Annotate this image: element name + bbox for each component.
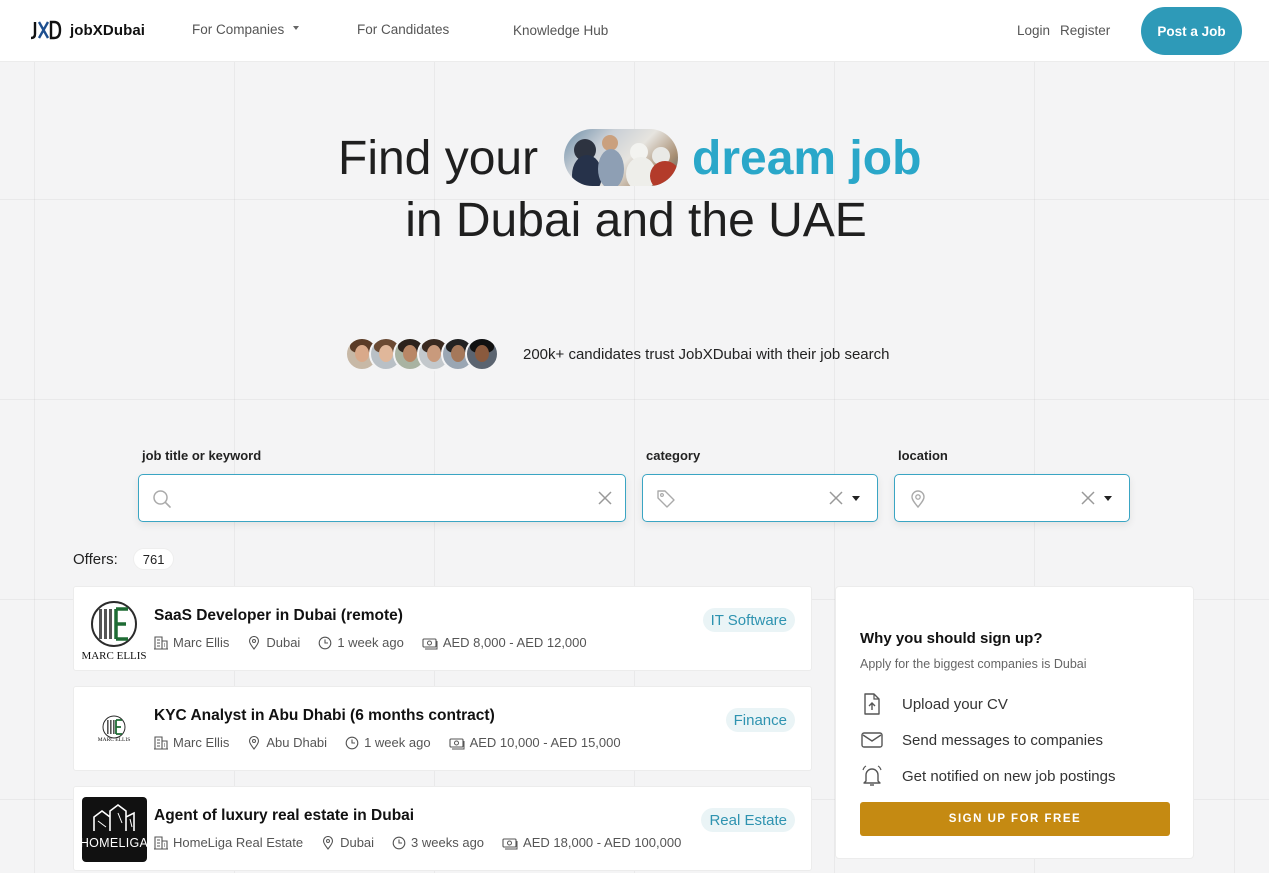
- company-logo: MARC ELLIS: [82, 597, 147, 662]
- nav-knowledge-hub[interactable]: Knowledge Hub: [513, 23, 608, 38]
- category-tag[interactable]: Real Estate: [701, 808, 795, 832]
- building-icon: [154, 835, 168, 850]
- nav-for-candidates[interactable]: For Candidates: [357, 22, 449, 37]
- clock-icon: [318, 636, 332, 649]
- register-link[interactable]: Register: [1060, 23, 1110, 38]
- category-dropdown-arrow-icon[interactable]: [852, 496, 860, 501]
- signup-card-title: Why you should sign up?: [860, 630, 1043, 647]
- jxd-logo-icon: [30, 20, 62, 40]
- caret-down-icon: [293, 26, 300, 31]
- benefit-text: Send messages to companies: [902, 731, 1103, 749]
- hero-photo: [564, 129, 678, 186]
- building-icon: [154, 635, 168, 650]
- bell-icon: [862, 765, 882, 786]
- search-icon: [153, 490, 171, 508]
- keyword-label: job title or keyword: [142, 448, 262, 463]
- tag-icon: [657, 490, 675, 508]
- signup-card-subtitle: Apply for the biggest companies is Dubai: [860, 657, 1087, 671]
- logo[interactable]: jobXDubai: [29, 20, 145, 40]
- category-tag[interactable]: Finance: [725, 708, 795, 732]
- keyword-input[interactable]: [179, 485, 579, 511]
- map-pin-icon: [249, 635, 260, 650]
- clear-keyword-icon[interactable]: [597, 490, 613, 506]
- location-input[interactable]: [935, 485, 1075, 511]
- job-posted: 3 weeks ago: [411, 835, 485, 850]
- job-title[interactable]: Agent of luxury real estate in Dubai: [154, 807, 414, 825]
- keyword-search-box: [138, 474, 626, 522]
- nav-for-companies-label: For Companies: [192, 22, 285, 37]
- clear-category-icon[interactable]: [828, 490, 844, 506]
- clock-icon: [345, 736, 359, 749]
- offers-count-badge: 761: [132, 548, 175, 570]
- company-name: Marc Ellis: [173, 735, 230, 750]
- benefit-text: Upload your CV: [902, 695, 1008, 713]
- clock-icon: [392, 836, 406, 849]
- category-input[interactable]: [683, 485, 823, 511]
- benefit-text: Get notified on new job postings: [902, 767, 1116, 785]
- money-icon: [449, 737, 465, 749]
- category-tag[interactable]: IT Software: [702, 608, 795, 632]
- nav-for-companies[interactable]: For Companies: [192, 22, 300, 37]
- offers-label: Offers:: [73, 550, 118, 568]
- post-job-button[interactable]: Post a Job: [1141, 7, 1242, 55]
- location-select: [894, 474, 1130, 522]
- money-icon: [422, 637, 438, 649]
- job-location: Dubai: [340, 835, 375, 850]
- hero-title-highlight: dream job: [692, 132, 922, 185]
- signup-benefits-card: Why you should sign up? Apply for the bi…: [835, 586, 1194, 859]
- hero-title-line2: in Dubai and the UAE: [405, 194, 867, 247]
- category-select: [642, 474, 878, 522]
- location-dropdown-arrow-icon[interactable]: [1104, 496, 1112, 501]
- company-logo: MARC ELLIS: [82, 697, 147, 762]
- marc-ellis-logo-icon: MARC ELLIS: [98, 715, 131, 743]
- svg-text:MARC ELLIS: MARC ELLIS: [98, 737, 131, 743]
- benefit-item: Send messages to companies: [860, 728, 1103, 752]
- top-navbar: jobXDubai For Companies For Candidates K…: [0, 0, 1269, 62]
- job-title[interactable]: SaaS Developer in Dubai (remote): [154, 607, 403, 625]
- hero-title-start: Find your: [338, 132, 539, 185]
- money-icon: [502, 837, 518, 849]
- company-name: HomeLiga Real Estate: [173, 835, 304, 850]
- map-pin-icon: [323, 835, 334, 850]
- trust-text: 200k+ candidates trust JobXDubai with th…: [523, 345, 890, 363]
- svg-text:MARC ELLIS: MARC ELLIS: [82, 650, 147, 662]
- logo-text: jobXDubai: [70, 21, 146, 39]
- job-posted: 1 week ago: [364, 735, 431, 750]
- avatar: [465, 337, 499, 371]
- benefit-item: Upload your CV: [860, 692, 1008, 716]
- job-meta: HomeLiga Real Estate Dubai 3 weeks ago A…: [154, 835, 699, 850]
- job-salary: AED 18,000 - AED 100,000: [523, 835, 682, 850]
- benefit-item: Get notified on new job postings: [860, 764, 1115, 788]
- job-title[interactable]: KYC Analyst in Abu Dhabi (6 months contr…: [154, 707, 495, 725]
- avatar-stack: [345, 337, 499, 371]
- envelope-icon: [861, 732, 883, 748]
- offers-summary: Offers: 761: [73, 548, 175, 570]
- job-card[interactable]: MARC ELLIS KYC Analyst in Abu Dhabi (6 m…: [73, 686, 812, 771]
- trust-row: 200k+ candidates trust JobXDubai with th…: [345, 337, 889, 371]
- company-logo: HOMELIGA: [82, 797, 147, 862]
- login-link[interactable]: Login: [1017, 23, 1050, 38]
- clear-location-icon[interactable]: [1080, 490, 1096, 506]
- job-salary: AED 8,000 - AED 12,000: [442, 635, 587, 650]
- job-salary: AED 10,000 - AED 15,000: [469, 735, 621, 750]
- job-card[interactable]: HOMELIGA Agent of luxury real estate in …: [73, 786, 812, 871]
- job-posted: 1 week ago: [337, 635, 404, 650]
- signup-free-button[interactable]: SIGN UP FOR FREE: [860, 802, 1170, 836]
- category-label: category: [646, 448, 701, 463]
- job-location: Dubai: [266, 635, 301, 650]
- homeliga-logo-icon: HOMELIGA: [82, 804, 147, 850]
- map-pin-icon: [911, 490, 925, 509]
- marc-ellis-logo-icon: MARC ELLIS: [82, 601, 147, 662]
- map-pin-icon: [249, 735, 260, 750]
- job-location: Abu Dhabi: [266, 735, 328, 750]
- company-name: Marc Ellis: [173, 635, 230, 650]
- job-meta: Marc Ellis Abu Dhabi 1 week ago AED 10,0…: [154, 735, 639, 750]
- location-label: location: [898, 448, 948, 463]
- building-icon: [154, 735, 168, 750]
- upload-file-icon: [864, 693, 880, 715]
- hero-title-line1: Find your dream job: [0, 128, 1269, 190]
- job-meta: Marc Ellis Dubai 1 week ago AED 8,000 - …: [154, 635, 605, 650]
- svg-text:HOMELIGA: HOMELIGA: [82, 836, 147, 850]
- job-card[interactable]: MARC ELLIS SaaS Developer in Dubai (remo…: [73, 586, 812, 671]
